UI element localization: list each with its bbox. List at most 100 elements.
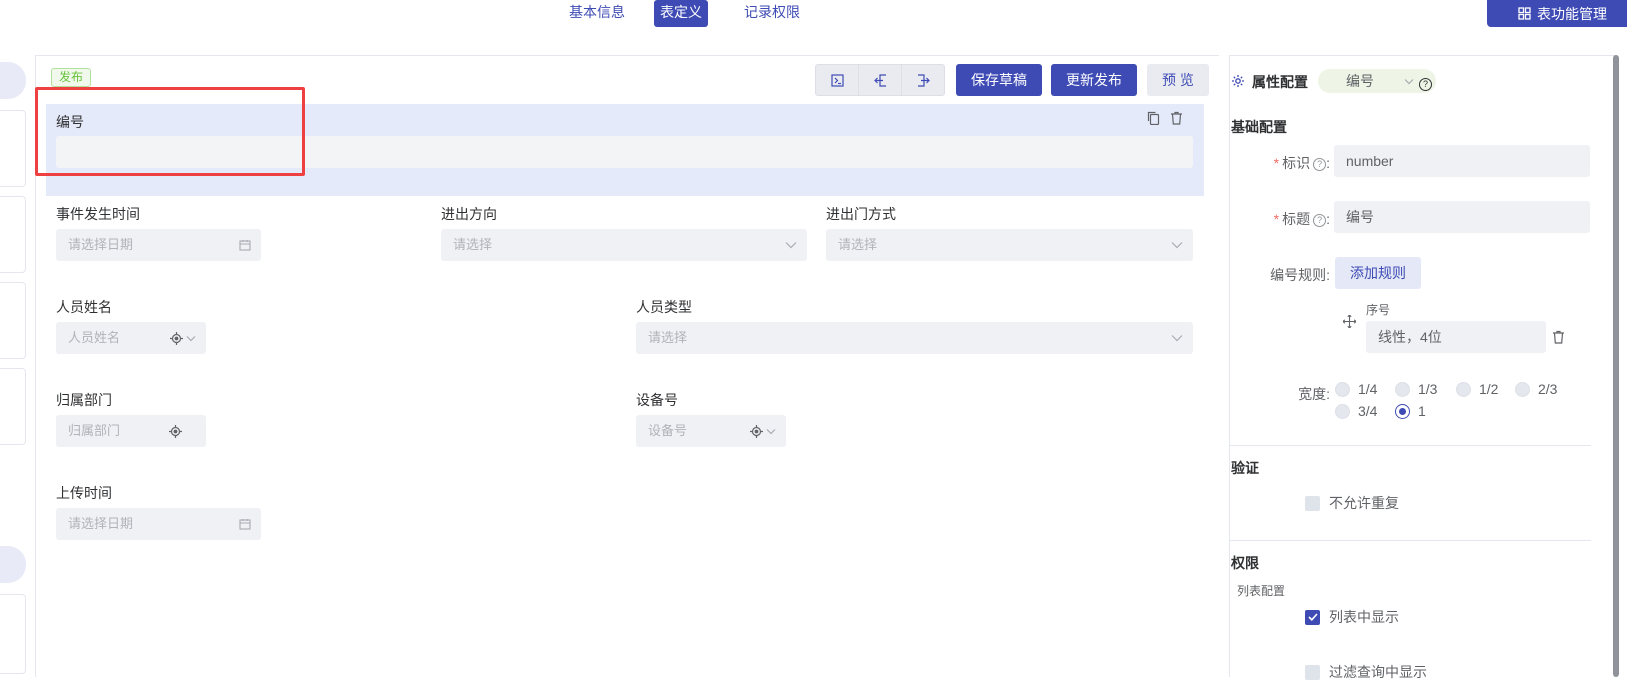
event-time-placeholder: 请选择日期: [68, 237, 134, 252]
save-draft-button[interactable]: 保存草稿: [956, 64, 1042, 96]
left-component-item[interactable]: [0, 368, 26, 445]
locate-icon: [170, 331, 183, 345]
field-label-department: 归属部门: [56, 392, 112, 408]
rule-item-label: 序号: [1366, 303, 1391, 317]
table-function-manage-button[interactable]: 表功能管理: [1487, 0, 1627, 27]
copy-icon[interactable]: [1147, 111, 1160, 125]
chevron-down-icon: [186, 335, 196, 342]
upload-time-placeholder: 请选择日期: [68, 516, 134, 531]
calendar-icon: [239, 229, 251, 261]
chevron-down-icon: [766, 428, 776, 435]
field-label-person-name: 人员姓名: [56, 299, 112, 315]
panel-scrollbar[interactable]: [1613, 55, 1619, 677]
checkbox-box: [1305, 664, 1320, 680]
width-radio-1[interactable]: 1: [1395, 403, 1426, 419]
drag-handle-icon[interactable]: [1343, 315, 1356, 328]
left-component-item[interactable]: [0, 196, 26, 273]
event-time-picker[interactable]: 请选择日期: [56, 229, 261, 261]
width-option-label: 1/3: [1418, 381, 1438, 397]
checkbox-box: [1305, 495, 1320, 511]
person-type-placeholder: 请选择: [648, 330, 688, 345]
radio-dot: [1395, 381, 1410, 397]
left-group-header[interactable]: [0, 62, 26, 99]
delete-rule-icon[interactable]: [1552, 330, 1565, 344]
width-option-label: 1: [1418, 403, 1426, 419]
person-name-placeholder: 人员姓名: [68, 330, 121, 345]
delete-icon[interactable]: [1170, 111, 1183, 125]
width-radio-1-4[interactable]: 1/4: [1335, 381, 1377, 397]
width-radio-1-3[interactable]: 1/3: [1395, 381, 1437, 397]
radio-dot: [1456, 381, 1471, 397]
locate-icon: [750, 424, 763, 438]
calendar-icon: [239, 508, 251, 540]
field-label-entry-method: 进出门方式: [826, 206, 896, 222]
left-component-bar: [0, 40, 27, 680]
radio-dot: [1335, 403, 1350, 419]
left-component-item[interactable]: [0, 110, 26, 187]
width-radio-3-4[interactable]: 3/4: [1335, 403, 1377, 419]
upload-time-picker[interactable]: 请选择日期: [56, 508, 261, 540]
entry-method-select[interactable]: 请选择: [826, 229, 1193, 261]
checkbox-checked: [1305, 609, 1320, 625]
department-placeholder: 归属部门: [68, 423, 121, 438]
export-button[interactable]: [901, 64, 945, 96]
republish-button[interactable]: 更新发布: [1051, 64, 1137, 96]
number-rule-label: 编号规则:: [1270, 267, 1330, 283]
department-picker[interactable]: 归属部门: [56, 415, 206, 447]
tab-record-permissions[interactable]: 记录权限: [738, 0, 806, 27]
divider: [1229, 540, 1591, 541]
radio-dot-selected: [1395, 403, 1410, 419]
manage-button-label: 表功能管理: [1537, 5, 1607, 22]
preview-button[interactable]: 预 览: [1147, 64, 1209, 96]
show-in-list-checkbox[interactable]: 列表中显示: [1305, 607, 1399, 627]
add-rule-button[interactable]: 添加规则: [1335, 257, 1421, 289]
list-config-label: 列表配置: [1237, 584, 1286, 598]
id-input[interactable]: number: [1334, 145, 1590, 177]
show-in-filter-checkbox[interactable]: 过滤查询中显示: [1305, 662, 1427, 682]
title-label: * 标题?:: [1273, 211, 1330, 227]
direction-select[interactable]: 请选择: [441, 229, 807, 261]
person-name-picker[interactable]: 人员姓名: [56, 322, 206, 354]
title-input[interactable]: 编号: [1334, 201, 1590, 233]
field-label-person-type: 人员类型: [636, 299, 692, 315]
chevron-down-icon: [1171, 322, 1183, 354]
radio-dot: [1335, 381, 1350, 397]
direction-placeholder: 请选择: [453, 237, 493, 252]
field-label-direction: 进出方向: [441, 206, 497, 222]
script-button[interactable]: [815, 64, 859, 96]
device-no-picker[interactable]: 设备号: [636, 415, 786, 447]
width-radio-1-2[interactable]: 1/2: [1456, 381, 1498, 397]
panel-title: 属性配置: [1252, 74, 1308, 90]
rule-item-value[interactable]: 线性，4位: [1366, 321, 1546, 353]
tab-table-definition[interactable]: 表定义: [654, 0, 708, 27]
show-in-filter-label: 过滤查询中显示: [1329, 664, 1427, 680]
highlight-box: [35, 87, 305, 176]
device-no-placeholder: 设备号: [648, 423, 688, 438]
chevron-down-icon: [1404, 78, 1414, 85]
tab-basic-info[interactable]: 基本信息: [563, 0, 631, 27]
entry-method-placeholder: 请选择: [838, 237, 878, 252]
question-icon: ?: [1313, 213, 1327, 227]
permission-heading: 权限: [1231, 555, 1259, 571]
help-icon[interactable]: ?: [1419, 75, 1432, 91]
width-option-label: 2/3: [1538, 381, 1558, 397]
width-radio-2-3[interactable]: 2/3: [1515, 381, 1557, 397]
id-label: * 标识?:: [1273, 155, 1330, 171]
id-label-text: 标识: [1282, 155, 1311, 171]
field-label-event-time: 事件发生时间: [56, 206, 140, 222]
width-label: 宽度:: [1298, 386, 1330, 402]
title-label-text: 标题: [1282, 211, 1311, 227]
terminal-icon: [830, 73, 844, 87]
import-button[interactable]: [858, 64, 902, 96]
locate-icon: [169, 415, 182, 447]
question-icon: ?: [1313, 157, 1327, 171]
no-duplicate-checkbox[interactable]: 不允许重复: [1305, 493, 1399, 513]
top-tabs: 基本信息 表定义 记录权限: [0, 0, 1627, 36]
no-duplicate-label: 不允许重复: [1329, 495, 1399, 511]
grid-icon: [1518, 7, 1531, 20]
chevron-down-icon: [785, 229, 797, 261]
left-component-item[interactable]: [0, 282, 26, 359]
left-group-header[interactable]: [0, 546, 26, 583]
person-type-select[interactable]: 请选择: [636, 322, 1193, 354]
left-component-item[interactable]: [0, 594, 26, 674]
